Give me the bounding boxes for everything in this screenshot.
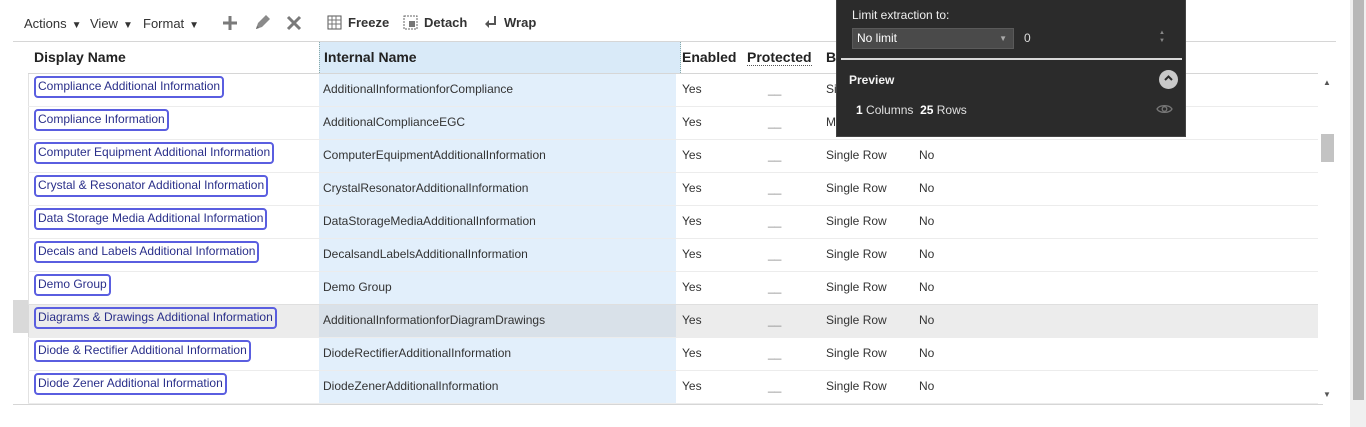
f-column-cell: No	[919, 379, 935, 393]
display-name-link[interactable]: Data Storage Media Additional Informatio…	[34, 208, 268, 230]
limit-select-value: No limit	[857, 31, 898, 45]
table-row[interactable]: Crystal & Resonator Additional Informati…	[28, 172, 1318, 206]
table-row[interactable]: Decals and Labels Additional Information…	[28, 238, 1318, 272]
view-menu-label: View	[90, 16, 118, 31]
grid-bottom-border	[13, 404, 1323, 405]
actions-menu-label: Actions	[24, 16, 67, 31]
columns-label: Columns	[866, 103, 914, 117]
rows-count: 25	[920, 103, 934, 117]
detach-icon	[403, 15, 418, 30]
detach-button[interactable]: Detach	[403, 15, 467, 30]
wrap-button[interactable]: Wrap	[483, 15, 536, 30]
preview-stats: 1 Columns 25 Rows	[856, 103, 967, 117]
selected-row-marker	[13, 300, 28, 333]
column-header-label: Protected	[747, 49, 812, 66]
limit-extraction-label: Limit extraction to:	[852, 8, 950, 22]
table-row[interactable]: Computer Equipment Additional Informatio…	[28, 139, 1318, 173]
column-header-label: Internal Name	[324, 49, 417, 65]
scrollbar-thumb[interactable]	[1321, 134, 1334, 162]
select-caret-icon: ▼	[999, 34, 1007, 43]
enabled-cell: Yes	[682, 379, 702, 393]
column-header-enabled[interactable]: Enabled	[682, 42, 736, 73]
display-name-link[interactable]: Crystal & Resonator Additional Informati…	[34, 175, 269, 197]
display-name-link[interactable]: Decals and Labels Additional Information	[34, 241, 260, 263]
table-row[interactable]: Diode Zener Additional Information DiodeZ…	[28, 370, 1318, 404]
detach-label: Detach	[424, 15, 468, 30]
window-vertical-scrollbar[interactable]	[1350, 0, 1366, 427]
table-row[interactable]: Diode & Rectifier Additional Information…	[28, 337, 1318, 371]
extraction-panel: Limit extraction to: No limit ▼ 0 ▲ ▼ Pre…	[836, 0, 1186, 137]
column-header-b[interactable]: B	[826, 42, 836, 73]
freeze-label: Freeze	[348, 15, 390, 30]
internal-name-cell: DiodeZenerAdditionalInformation	[323, 379, 499, 393]
column-header-label: Display Name	[34, 49, 126, 65]
eye-icon[interactable]	[1156, 102, 1173, 120]
column-header-display-name[interactable]: Display Name	[34, 42, 126, 73]
format-menu-label: Format	[143, 16, 185, 31]
table-row[interactable]: Data Storage Media Additional Informatio…	[28, 205, 1318, 239]
grid-vertical-scrollbar[interactable]: ▲ ▼	[1320, 73, 1335, 403]
display-name-link[interactable]: Compliance Information	[34, 109, 169, 131]
protected-cell: __	[768, 379, 782, 393]
limit-select[interactable]: No limit ▼	[852, 28, 1014, 49]
format-menu[interactable]: Format ▼	[143, 16, 199, 31]
table-row[interactable]: Demo Group Demo Group Yes __ Single Row No	[28, 271, 1318, 305]
limit-number-input[interactable]: 0 ▲ ▼	[1019, 28, 1171, 49]
display-name-link[interactable]: Demo Group	[34, 274, 111, 296]
panel-divider	[841, 58, 1182, 60]
display-name-link[interactable]: Diode Zener Additional Information	[34, 373, 227, 395]
display-name-link[interactable]: Diagrams & Drawings Additional Informati…	[34, 307, 277, 329]
freeze-icon	[327, 15, 342, 30]
number-spinner-icon[interactable]: ▲ ▼	[1159, 29, 1165, 45]
caret-down-icon: ▼	[122, 20, 133, 31]
add-icon[interactable]	[220, 13, 240, 33]
preview-title: Preview	[849, 73, 895, 87]
chevron-up-icon	[1164, 75, 1173, 81]
display-name-link[interactable]: Computer Equipment Additional Informatio…	[34, 142, 275, 164]
column-header-protected[interactable]: Protected	[747, 42, 812, 73]
row-selector-gutter[interactable]	[13, 73, 29, 404]
display-name-link[interactable]: Diode & Rectifier Additional Information	[34, 340, 251, 362]
collapse-preview-button[interactable]	[1159, 70, 1178, 89]
scroll-up-arrow-icon[interactable]: ▲	[1323, 78, 1331, 87]
table-row[interactable]: Diagrams & Drawings Additional Informati…	[28, 304, 1318, 338]
wrap-label: Wrap	[504, 15, 537, 30]
delete-x-icon[interactable]	[284, 13, 304, 33]
display-name-link[interactable]: Compliance Additional Information	[34, 76, 225, 98]
caret-down-icon: ▼	[71, 20, 82, 31]
scroll-down-arrow-icon[interactable]: ▼	[1323, 390, 1331, 399]
window-scrollbar-thumb[interactable]	[1353, 0, 1364, 400]
wrap-icon	[485, 16, 496, 28]
rows-label: Rows	[936, 103, 967, 117]
limit-number-value: 0	[1024, 31, 1031, 45]
column-header-internal-name[interactable]: Internal Name	[319, 42, 681, 73]
actions-menu[interactable]: Actions ▼	[24, 16, 82, 31]
column-header-label: B	[826, 49, 837, 65]
edit-pencil-icon[interactable]	[252, 13, 272, 33]
caret-down-icon: ▼	[189, 20, 200, 31]
columns-count: 1	[856, 103, 863, 117]
freeze-button[interactable]: Freeze	[327, 15, 389, 30]
b-column-cell: Single Row	[826, 379, 887, 393]
column-header-label: Enabled	[682, 49, 737, 65]
view-menu[interactable]: View ▼	[90, 16, 133, 31]
